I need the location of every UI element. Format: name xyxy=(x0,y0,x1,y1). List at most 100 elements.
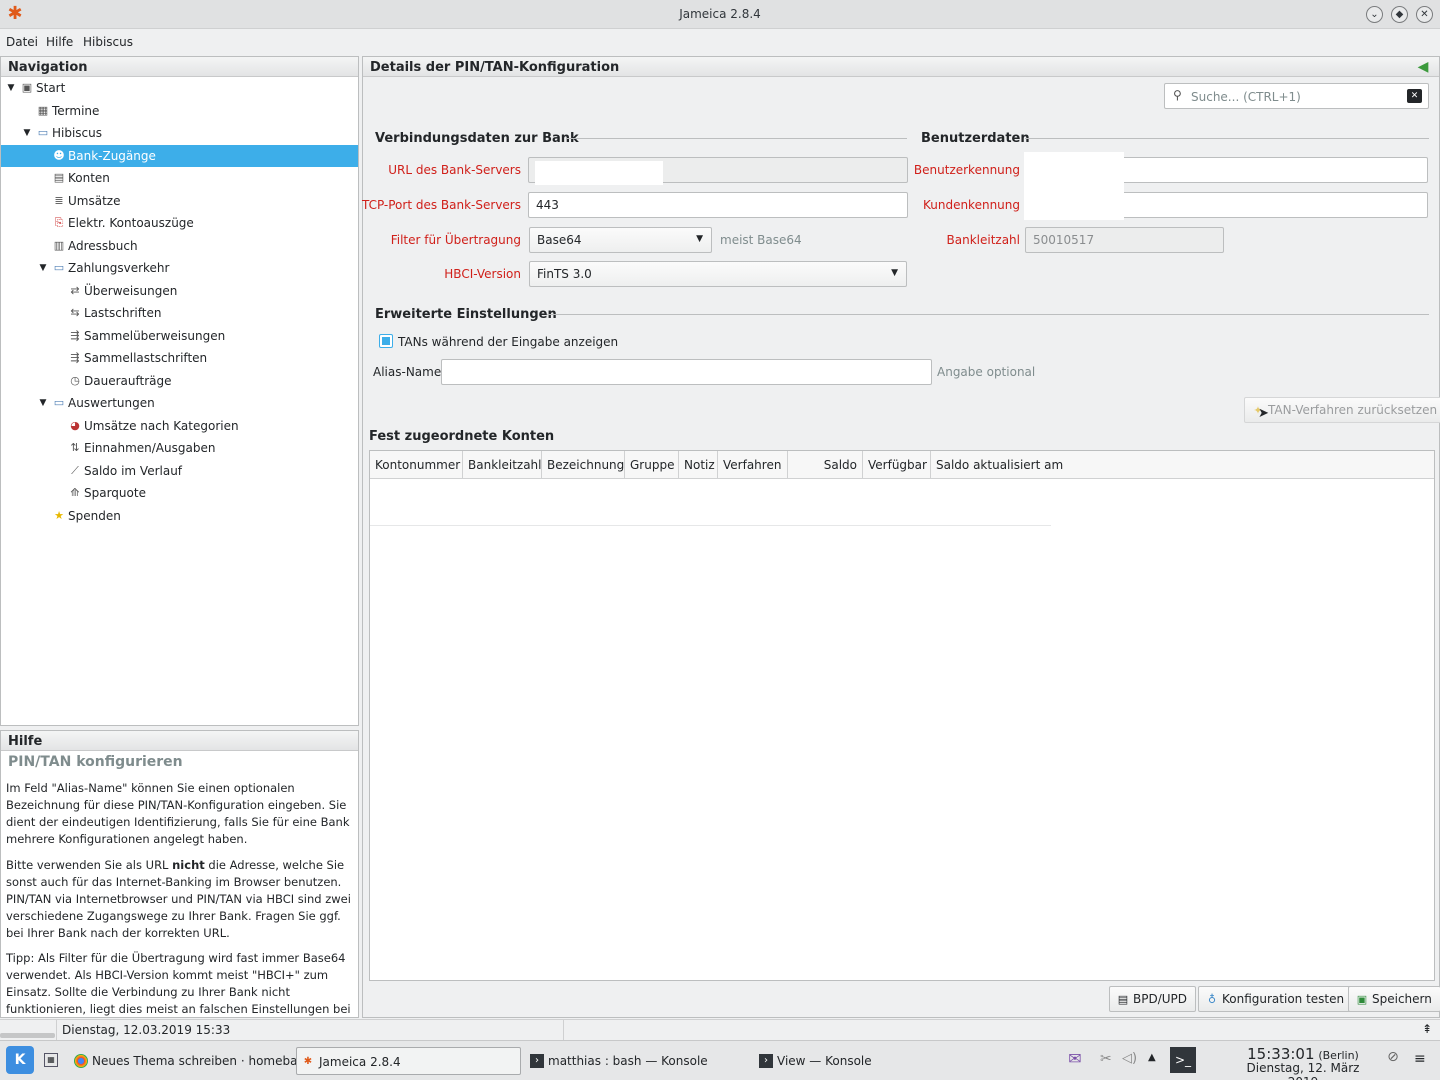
bpd-upd-button[interactable]: ▤ BPD/UPD xyxy=(1109,986,1197,1012)
port-label: TCP-Port des Bank-Servers xyxy=(361,198,521,212)
column-header[interactable]: Verfahren xyxy=(718,451,788,479)
redacted-area xyxy=(535,161,663,185)
tray-expand-icon[interactable]: ▲ xyxy=(1148,1052,1156,1063)
nav-item[interactable]: ⇶ Sammellastschriften xyxy=(1,347,358,369)
calendar-icon: ▦ xyxy=(37,103,49,117)
redacted-area xyxy=(1024,191,1124,220)
transfer-icon: ⇄ xyxy=(70,283,80,297)
nav-item[interactable]: ☻ Bank-Zugänge xyxy=(1,144,358,167)
nav-item[interactable]: ▼ ▭ Zahlungsverkehr xyxy=(1,257,358,279)
terminal-tray-icon[interactable]: >_ xyxy=(1170,1047,1196,1073)
column-header[interactable]: Saldo xyxy=(788,451,863,479)
nav-item[interactable]: ≣ Umsätze xyxy=(1,190,358,212)
volume-icon[interactable]: ◁) xyxy=(1122,1051,1137,1066)
expand-arrow-icon[interactable]: ▼ xyxy=(22,122,32,144)
menu-hilfe[interactable]: Hilfe xyxy=(46,35,73,49)
show-tans-checkbox[interactable] xyxy=(379,334,393,348)
back-arrow-icon[interactable]: ◀ xyxy=(1413,59,1433,75)
nav-item[interactable]: ⇆ Lastschriften xyxy=(1,302,358,324)
navigation-header: Navigation xyxy=(1,57,358,77)
network-disconnected-icon[interactable]: ⊘ xyxy=(1380,1049,1406,1073)
column-header[interactable]: Gruppe xyxy=(625,451,679,479)
nav-item[interactable]: ▥ Adressbuch xyxy=(1,235,358,257)
chrome-icon xyxy=(74,1054,88,1068)
redacted-area xyxy=(370,479,1051,526)
clear-search-icon[interactable]: ✕ xyxy=(1407,89,1422,103)
test-configuration-button[interactable]: ♁ Konfiguration testen xyxy=(1198,986,1354,1012)
hbci-version-label: HBCI-Version xyxy=(444,267,521,281)
nav-item[interactable]: ◷ Daueraufträge xyxy=(1,370,358,392)
clock[interactable]: 15:33:01 (Berlin) Dienstag, 12. März 201… xyxy=(1230,1045,1376,1080)
expand-arrow-icon[interactable]: ▼ xyxy=(38,257,48,279)
task-konsole-view[interactable]: › View — Konsole xyxy=(755,1047,872,1075)
minimize-button[interactable]: ⌄ xyxy=(1366,6,1383,23)
alias-label: Alias-Name xyxy=(373,365,442,379)
nav-item[interactable]: ⎘ Elektr. Kontoauszüge xyxy=(1,212,358,234)
column-header[interactable]: Verfügbar xyxy=(863,451,931,479)
nav-item[interactable]: ▼ ▣ Start xyxy=(1,77,358,99)
nav-item[interactable]: ⇶ Sammelüberweisungen xyxy=(1,325,358,347)
menu-datei[interactable]: Datei xyxy=(6,35,38,49)
kde-launcher-icon[interactable]: K xyxy=(6,1046,34,1074)
pager-icon[interactable]: ▦ xyxy=(44,1053,58,1067)
section-divider xyxy=(547,314,1429,315)
help-paragraph-2: Bitte verwenden Sie als URL nicht die Ad… xyxy=(6,858,351,940)
nav-item[interactable]: ⟋ Saldo im Verlauf xyxy=(1,460,358,482)
nav-item[interactable]: ◕ Umsätze nach Kategorien xyxy=(1,415,358,437)
account-icon: ▤ xyxy=(53,171,65,184)
nav-item-label: Überweisungen xyxy=(84,283,178,298)
url-label: URL des Bank-Servers xyxy=(388,163,521,177)
section-divider xyxy=(567,138,907,139)
nav-item-label: Termine xyxy=(52,103,100,118)
nav-item[interactable]: ★ Spenden xyxy=(1,505,358,527)
filter-select[interactable]: Base64 ▼ xyxy=(529,227,712,253)
scissors-icon[interactable]: ✂ xyxy=(1100,1051,1112,1067)
mouse-cursor-icon: ➤ xyxy=(1258,406,1269,421)
userdata-section-title: Benutzerdaten xyxy=(921,131,1030,146)
nav-item[interactable]: ▦ Termine xyxy=(1,100,358,122)
nav-item[interactable]: ⇅ Einnahmen/Ausgaben xyxy=(1,437,358,459)
nav-item-label: Umsätze nach Kategorien xyxy=(84,418,239,433)
maximize-button[interactable]: ◆ xyxy=(1391,6,1408,23)
column-header[interactable]: Bankleitzahl xyxy=(463,451,542,479)
expand-arrow-icon[interactable]: ▼ xyxy=(38,392,48,414)
search-input[interactable]: ⚲ Suche... (CTRL+1) ✕ xyxy=(1164,83,1429,109)
task-konsole-bash[interactable]: › matthias : bash — Konsole xyxy=(526,1047,708,1075)
status-cell: Dienstag, 12.03.2019 15:33 xyxy=(56,1020,564,1040)
alias-field[interactable] xyxy=(441,359,932,385)
accounts-table-header: Kontonummer Bankleitzahl Bezeichnung Gru… xyxy=(370,451,1434,479)
chevron-down-icon: ▼ xyxy=(891,268,898,278)
menu-hibiscus[interactable]: Hibiscus xyxy=(83,35,133,49)
pidgin-icon[interactable]: ✉ xyxy=(1062,1049,1088,1073)
column-header[interactable]: Kontonummer xyxy=(370,451,463,479)
column-header[interactable]: Saldo aktualisiert am xyxy=(931,451,1436,479)
progress-indicator xyxy=(0,1033,55,1038)
nav-item-label: Saldo im Verlauf xyxy=(84,463,183,478)
port-field[interactable]: 443 xyxy=(528,192,908,218)
details-panel: Details der PIN/TAN-Konfiguration ◀ ⚲ Su… xyxy=(362,56,1440,1018)
transactions-icon: ≣ xyxy=(54,193,64,207)
task-browser[interactable]: Neues Thema schreiben · homeba... xyxy=(70,1047,309,1075)
column-header[interactable]: Notiz xyxy=(679,451,718,479)
hbci-version-value: FinTS 3.0 xyxy=(537,267,592,281)
panel-menu-icon[interactable]: ≡ xyxy=(1414,1051,1426,1067)
nav-item[interactable]: ▤ Konten xyxy=(1,167,358,189)
customer-id-label: Kundenkennung xyxy=(922,198,1020,212)
close-button[interactable]: ✕ xyxy=(1416,6,1433,23)
nav-item[interactable]: ▼ ▭ Hibiscus xyxy=(1,122,358,144)
pdf-icon: ⎘ xyxy=(54,216,64,229)
reset-tan-button[interactable]: ✦ TAN-Verfahren zurücksetzen xyxy=(1244,397,1440,423)
nav-item-label: Bank-Zugänge xyxy=(68,148,156,163)
expand-arrow-icon[interactable]: ▼ xyxy=(6,77,16,99)
hbci-version-select[interactable]: FinTS 3.0 ▼ xyxy=(529,261,907,287)
column-header[interactable]: Bezeichnung xyxy=(542,451,625,479)
nav-item-label: Adressbuch xyxy=(68,238,138,253)
nav-item[interactable]: ⇄ Überweisungen xyxy=(1,280,358,302)
expand-up-icon[interactable]: ⇞ xyxy=(1422,1022,1432,1036)
task-jameica[interactable]: ✱ Jameica 2.8.4 xyxy=(296,1047,521,1075)
nav-item[interactable]: ▼ ▭ Auswertungen xyxy=(1,392,358,414)
batch-transfer-icon: ⇶ xyxy=(70,328,80,342)
save-button[interactable]: ▣ Speichern xyxy=(1348,986,1440,1012)
blz-label: Bankleitzahl xyxy=(946,233,1021,247)
nav-item[interactable]: ⟰ Sparquote xyxy=(1,482,358,504)
